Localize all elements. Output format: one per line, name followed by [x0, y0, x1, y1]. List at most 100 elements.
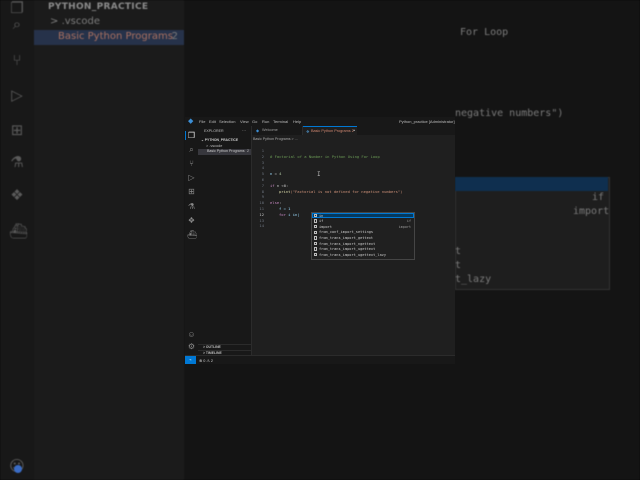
title-bar: ◆ File Edit Selection View Go Run Termin…: [185, 117, 455, 126]
account-icon[interactable]: ☺: [187, 330, 196, 339]
active-indicator: [185, 131, 186, 140]
tab-label: Basic Python Programs 2: [311, 128, 354, 133]
line-number: 7: [261, 182, 264, 188]
settings-gear-icon[interactable]: ⚙: [187, 342, 196, 351]
project-folder[interactable]: ⌄ PYTHON_PRACTICE: [201, 138, 238, 142]
bg-extensions-icon: ⊞: [10, 121, 24, 139]
bg-suggest-selection: [455, 177, 608, 191]
bg-activity-bar: ❐ ⌕ ⑂ ▷ ⊞ ⚗ ❖ ⛴ ☺: [0, 0, 34, 480]
menu-file[interactable]: File: [199, 119, 205, 124]
snippet-icon: [314, 252, 318, 257]
menu-terminal[interactable]: Terminal: [273, 119, 288, 124]
file-name: Basic Python Programs: [207, 149, 245, 154]
source-control-icon[interactable]: ⑂: [187, 159, 196, 168]
bg-sidebar: [34, 0, 184, 480]
bg-code-fragment: import: [573, 206, 610, 217]
code-comment: # Factorial of a Number in Python Using …: [270, 153, 380, 159]
line-number: 13: [259, 217, 264, 223]
bg-folder: > .vscode: [50, 16, 100, 27]
unsaved-dot-icon[interactable]: •: [353, 128, 355, 133]
bg-code-fragment: For Loop: [460, 27, 509, 38]
vscode-logo-icon: ◆: [256, 128, 260, 133]
bg-python-icon: ❖: [10, 186, 24, 204]
bg-run-debug-icon: ▷: [11, 86, 23, 104]
suggestion-item[interactable]: in: [312, 213, 414, 219]
suggestion-item[interactable]: from_trans_import_ugettext: [312, 247, 414, 252]
bg-source-control-icon: ⑂: [12, 51, 22, 69]
outline-section[interactable]: > OUTLINE: [203, 345, 221, 349]
window-title: Python_practice [Administrator]: [399, 118, 455, 124]
remote-indicator-icon[interactable]: ⌁: [185, 356, 196, 364]
docker-icon[interactable]: ⛴: [187, 230, 197, 239]
bg-files-icon: ❐: [10, 0, 24, 17]
bg-project-title: PYTHON_PRACTICE: [48, 2, 149, 12]
python-file-icon: ❖: [306, 128, 310, 134]
line-number: 3: [261, 159, 264, 165]
vscode-logo-icon: ◆: [188, 118, 194, 125]
breadcrumb[interactable]: Basic Python Programs > ...: [253, 137, 298, 141]
line-number: 11: [259, 206, 264, 211]
search-icon[interactable]: ⌕: [187, 145, 196, 154]
tab-basic-python-programs[interactable]: ❖ Basic Python Programs 2 •: [303, 126, 357, 135]
menu-selection[interactable]: Selection: [219, 119, 235, 124]
suggestion-item[interactable]: from_trans_import_ngettext: [312, 241, 414, 246]
line-number: 8: [261, 188, 264, 194]
bg-code-fragment: t_lazy: [455, 274, 492, 285]
run-debug-icon[interactable]: ▷: [187, 173, 196, 182]
menu-run[interactable]: Run: [262, 119, 269, 124]
code-line-current: for i in|: [279, 211, 300, 217]
explorer-icon[interactable]: ❐: [187, 131, 196, 140]
bg-testing-icon: ⚗: [10, 153, 24, 171]
editor-tabs: ◆ Welcome ❖ Basic Python Programs 2 •: [252, 126, 455, 135]
bg-code-fragment: t: [455, 246, 462, 257]
line-number: 1: [261, 148, 264, 153]
problems-indicator[interactable]: ⊗ 0 ⚠ 2: [199, 358, 213, 363]
suggestion-item[interactable]: from_trans_import_ugettext_lazy: [312, 252, 414, 257]
tab-label: Welcome: [262, 128, 278, 132]
explorer-sidebar: EXPLORER ··· ⌄ PYTHON_PRACTICE > .vscode…: [198, 126, 252, 355]
bg-search-icon: ⌕: [12, 15, 22, 33]
bg-file-count: 2: [171, 31, 178, 42]
file-item-basic-python-programs[interactable]: Basic Python Programs 2: [198, 148, 251, 155]
snippet-icon: [314, 230, 318, 234]
code-line: f = 1: [279, 206, 291, 211]
status-bar: ⌁ ⊗ 0 ⚠ 2: [185, 355, 455, 364]
code-line: n = 4: [270, 171, 282, 177]
bg-file-row: Basic Python Programs 2: [34, 30, 184, 45]
suggestion-item[interactable]: import import: [312, 224, 414, 229]
snippet-icon: [314, 241, 318, 246]
extensions-icon[interactable]: ⊞: [187, 187, 196, 196]
folder-vscode[interactable]: > .vscode: [206, 144, 222, 148]
vscode-window: ◆ File Edit Selection View Go Run Termin…: [185, 117, 455, 364]
snippet-icon: [314, 236, 318, 240]
more-actions-icon[interactable]: ···: [242, 128, 246, 133]
line-number: 6: [261, 177, 264, 182]
line-number: 14: [259, 223, 264, 229]
menu-help[interactable]: Help: [293, 119, 301, 124]
suggestion-item[interactable]: from_trans_import_gettext: [312, 235, 414, 240]
testing-icon[interactable]: ⚗: [187, 202, 196, 211]
line-number: 12: [259, 211, 264, 217]
menu-go[interactable]: Go: [252, 119, 257, 124]
activity-bar: ❐ ⌕ ⑂ ▷ ⊞ ⚗ ❖ ⛴ ☺ ⚙: [185, 126, 198, 355]
menu-view[interactable]: View: [240, 119, 249, 124]
code-line: else:: [270, 200, 282, 206]
bg-code-fragment: negative numbers"): [455, 108, 564, 119]
keyword-icon: [314, 213, 318, 218]
line-number: 10: [259, 200, 264, 206]
text-cursor-icon: I: [317, 171, 321, 178]
line-number: 4: [261, 165, 264, 171]
suggestion-item[interactable]: if if: [312, 219, 414, 224]
python-icon[interactable]: ❖: [187, 216, 196, 225]
explorer-header: EXPLORER: [204, 129, 224, 133]
bg-notification-badge: [14, 465, 22, 473]
tab-welcome[interactable]: ◆ Welcome: [252, 126, 303, 135]
snippet-icon: [314, 247, 318, 251]
bg-docker-icon: ⛴: [9, 222, 29, 240]
code-line: print("Factorial is not defined for nega…: [279, 188, 403, 194]
menu-edit[interactable]: Edit: [209, 119, 216, 124]
line-number: 2: [261, 153, 264, 159]
code-line: if n <0:: [270, 182, 289, 188]
suggestion-item[interactable]: from_conf_import_settings: [312, 230, 414, 235]
bg-code-fragment: t: [455, 260, 462, 271]
